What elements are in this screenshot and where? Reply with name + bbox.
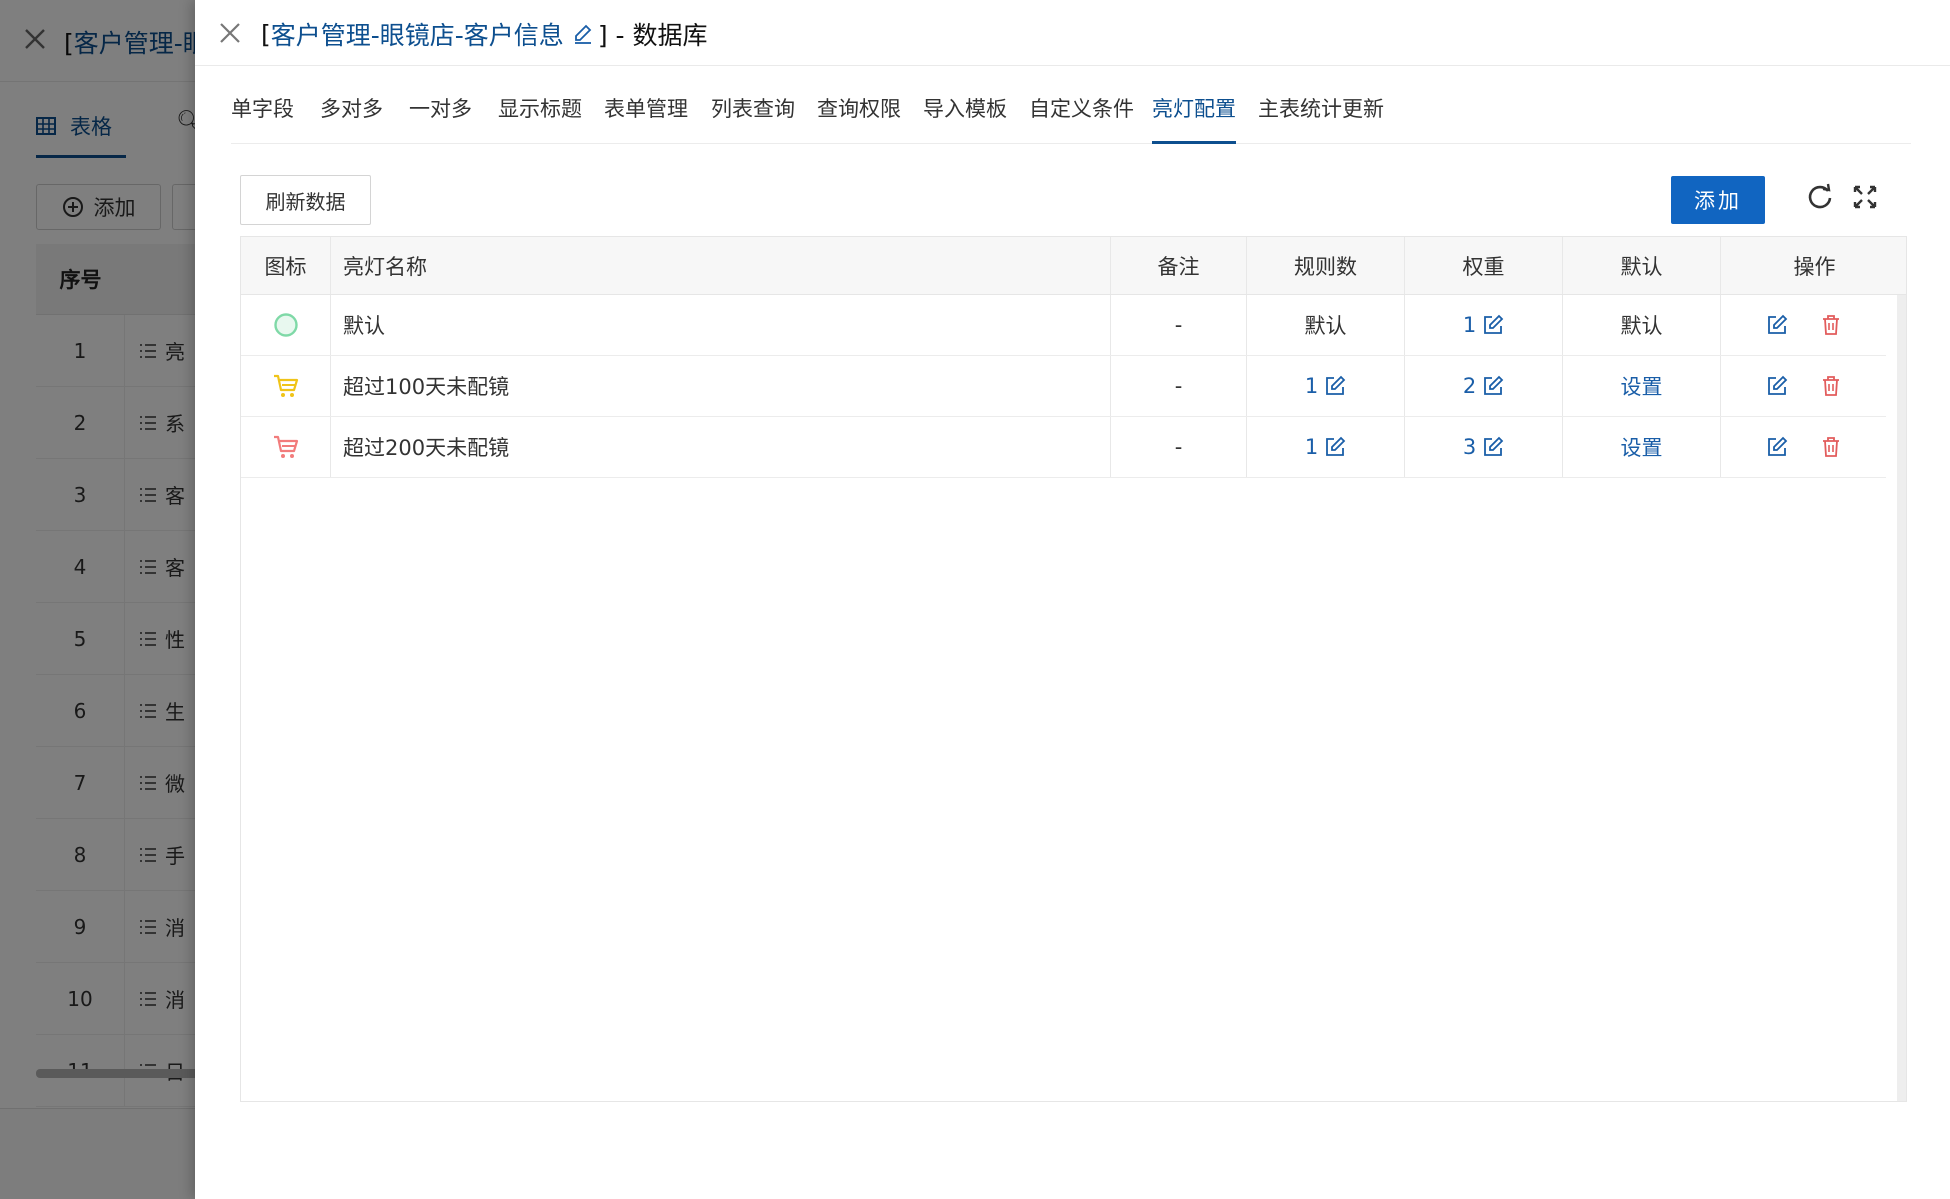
col-header-rules: 规则数 (1247, 237, 1405, 294)
tab-6[interactable]: 列表查询 (711, 82, 795, 144)
row-icon-cell (241, 356, 331, 416)
weight-value: 3 (1462, 435, 1477, 459)
title-suffix: ] - 数据库 (597, 21, 708, 50)
tab-11[interactable]: 主表统计更新 (1258, 82, 1384, 144)
trash-icon[interactable] (1820, 314, 1842, 336)
rules-count: 1 (1304, 435, 1319, 459)
table-row[interactable]: 超过100天未配镜 - 1 2 设置 (241, 356, 1886, 417)
pencil-icon[interactable] (572, 23, 594, 45)
table-row[interactable]: 默认 - 默认 1 默认 (241, 295, 1886, 356)
weight-link[interactable]: 1 (1463, 313, 1504, 337)
tab-4[interactable]: 显示标题 (498, 82, 582, 144)
config-tabs: 单字段 多对多 一对多 显示标题 表单管理 列表查询 查询权限 导入模板 自定义条件 亮灯配置 主表… (231, 82, 1911, 144)
rules-cell: 1 (1247, 356, 1405, 416)
drawer-header: [ 客户管理-眼镜店-客户信息 ] - 数据库 (195, 0, 1950, 66)
row-icon-cell (241, 417, 331, 477)
remark: - (1111, 417, 1247, 477)
tab-1[interactable]: 单字段 (231, 82, 294, 144)
weight-cell: 2 (1405, 356, 1563, 416)
table-vertical-scrollbar[interactable] (1897, 295, 1906, 1101)
col-header-icon: 图标 (241, 237, 331, 294)
light-name: 默认 (331, 295, 1111, 355)
row-icon-cell (241, 295, 331, 355)
edit-icon[interactable] (1482, 436, 1504, 458)
tab-3[interactable]: 一对多 (409, 82, 472, 144)
cart-icon (273, 374, 298, 397)
tab-7[interactable]: 查询权限 (817, 82, 901, 144)
light-name: 超过200天未配镜 (331, 417, 1111, 477)
trash-icon[interactable] (1820, 436, 1842, 458)
trash-icon[interactable] (1820, 375, 1842, 397)
ops-cell (1721, 295, 1886, 355)
col-header-default: 默认 (1563, 237, 1721, 294)
edit-icon[interactable] (1766, 314, 1788, 336)
edit-icon[interactable] (1766, 436, 1788, 458)
fullscreen-icon[interactable] (1850, 182, 1880, 212)
ops-cell (1721, 417, 1886, 477)
rules-count-link[interactable]: 1 (1305, 374, 1346, 398)
col-header-weight: 权重 (1405, 237, 1563, 294)
rules-count: 1 (1304, 374, 1319, 398)
ops-cell (1721, 356, 1886, 416)
tab-9[interactable]: 自定义条件 (1029, 82, 1134, 144)
rules-count-link[interactable]: 1 (1305, 435, 1346, 459)
edit-icon[interactable] (1482, 314, 1504, 336)
set-default-link[interactable]: 设置 (1621, 432, 1663, 462)
weight-link[interactable]: 3 (1463, 435, 1504, 459)
default-cell: 设置 (1563, 417, 1721, 477)
reload-icon[interactable] (1805, 182, 1835, 212)
rules-cell: 默认 (1247, 295, 1405, 355)
light-config-table: 图标 亮灯名称 备注 规则数 权重 默认 操作 默认 - 默认 1 默认 超过100天未配… (240, 236, 1907, 1102)
drawer-title: [ 客户管理-眼镜店-客户信息 ] - 数据库 (261, 16, 707, 52)
tab-8[interactable]: 导入模板 (923, 82, 1007, 144)
light-name: 超过100天未配镜 (331, 356, 1111, 416)
rules-cell: 1 (1247, 417, 1405, 477)
weight-link[interactable]: 2 (1463, 374, 1504, 398)
title-link[interactable]: 客户管理-眼镜店-客户信息 (271, 16, 564, 52)
weight-cell: 3 (1405, 417, 1563, 477)
cart-icon (273, 435, 298, 458)
rules-count: 默认 (1304, 314, 1347, 338)
edit-icon[interactable] (1324, 375, 1346, 397)
set-default-link[interactable]: 设置 (1621, 371, 1663, 401)
default-cell: 设置 (1563, 356, 1721, 416)
remark: - (1111, 356, 1247, 416)
weight-value: 1 (1462, 313, 1477, 337)
col-header-name: 亮灯名称 (331, 237, 1111, 294)
weight-cell: 1 (1405, 295, 1563, 355)
close-icon[interactable] (217, 20, 243, 46)
tab-5[interactable]: 表单管理 (604, 82, 688, 144)
circle-icon (273, 313, 298, 337)
add-button[interactable]: 添加 (1671, 176, 1765, 224)
edit-icon[interactable] (1766, 375, 1788, 397)
remark: - (1111, 295, 1247, 355)
table-row[interactable]: 超过200天未配镜 - 1 3 设置 (241, 417, 1886, 478)
tab-10[interactable]: 亮灯配置 (1152, 82, 1236, 144)
table-header: 图标 亮灯名称 备注 规则数 权重 默认 操作 (241, 236, 1906, 295)
tab-2[interactable]: 多对多 (320, 82, 383, 144)
edit-icon[interactable] (1324, 436, 1346, 458)
default-cell: 默认 (1563, 295, 1721, 355)
default-value: 默认 (1620, 314, 1663, 338)
database-drawer: [ 客户管理-眼镜店-客户信息 ] - 数据库 单字段 多对多 一对多 显示标题 表单管… (195, 0, 1950, 1199)
weight-value: 2 (1462, 374, 1477, 398)
col-header-remark: 备注 (1111, 237, 1247, 294)
title-bracket-open: [ (261, 19, 271, 49)
col-header-ops: 操作 (1793, 254, 1836, 279)
edit-icon[interactable] (1482, 375, 1504, 397)
refresh-data-button[interactable]: 刷新数据 (240, 175, 371, 225)
